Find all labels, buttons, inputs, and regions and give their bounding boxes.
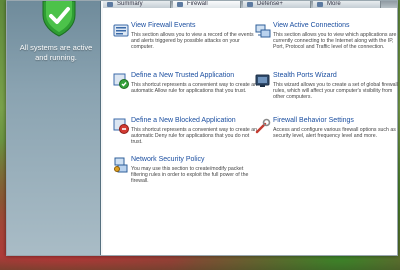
- task-title[interactable]: Define a New Blocked Application: [131, 117, 236, 124]
- tab-label: Defense+: [257, 1, 283, 7]
- firewall-tab-icon: [177, 2, 183, 7]
- app-window: All systems are active and running. Summ…: [6, 0, 398, 256]
- task-description: This shortcut represents a convenient wa…: [131, 82, 258, 94]
- task-description: This shortcut represents a convenient wa…: [131, 127, 258, 145]
- blocked-app-icon: [113, 118, 129, 134]
- more-tab-icon: [317, 2, 323, 7]
- tab-summary[interactable]: Summary: [103, 1, 171, 8]
- active-connections-icon: [255, 24, 271, 38]
- network-policy-icon: [114, 157, 128, 173]
- task-description: Access and configure various firewall op…: [273, 127, 396, 139]
- task-title[interactable]: Network Security Policy: [131, 156, 205, 163]
- tab-label: Firewall: [187, 1, 208, 7]
- tab-defense[interactable]: Defense+: [243, 1, 311, 8]
- task-title[interactable]: View Firewall Events: [131, 22, 195, 29]
- tab-firewall[interactable]: Firewall: [173, 1, 241, 8]
- summary-tab-icon: [107, 2, 113, 7]
- desktop-background-strip: [0, 256, 400, 270]
- sidebar: All systems are active and running.: [7, 1, 101, 255]
- behavior-settings-icon: [255, 118, 271, 134]
- task-title[interactable]: View Active Connections: [273, 22, 350, 29]
- task-title[interactable]: Define a New Trusted Application: [131, 72, 234, 79]
- task-title[interactable]: Firewall Behavior Settings: [273, 117, 354, 124]
- task-description: This section allows you to view which ap…: [273, 32, 397, 50]
- tab-more[interactable]: More: [313, 1, 381, 8]
- defense-tab-icon: [247, 2, 253, 7]
- task-title[interactable]: Stealth Ports Wizard: [273, 72, 337, 79]
- task-panel: View Firewall Events This section allows…: [103, 8, 398, 255]
- task-description: This wizard allows you to create a set o…: [273, 82, 398, 100]
- system-status-text: All systems are active and running.: [19, 43, 93, 62]
- task-description: This section allows you to view a record…: [131, 32, 254, 50]
- shield-check-icon: [42, 1, 76, 37]
- firewall-events-icon: [113, 24, 129, 37]
- trusted-app-icon: [113, 73, 129, 89]
- task-description: You may use this section to create/modif…: [131, 166, 249, 184]
- tab-label: Summary: [117, 1, 143, 7]
- stealth-wizard-icon: [255, 74, 270, 87]
- tab-bar: Summary Firewall Defense+ More: [103, 1, 397, 8]
- tab-label: More: [327, 1, 341, 7]
